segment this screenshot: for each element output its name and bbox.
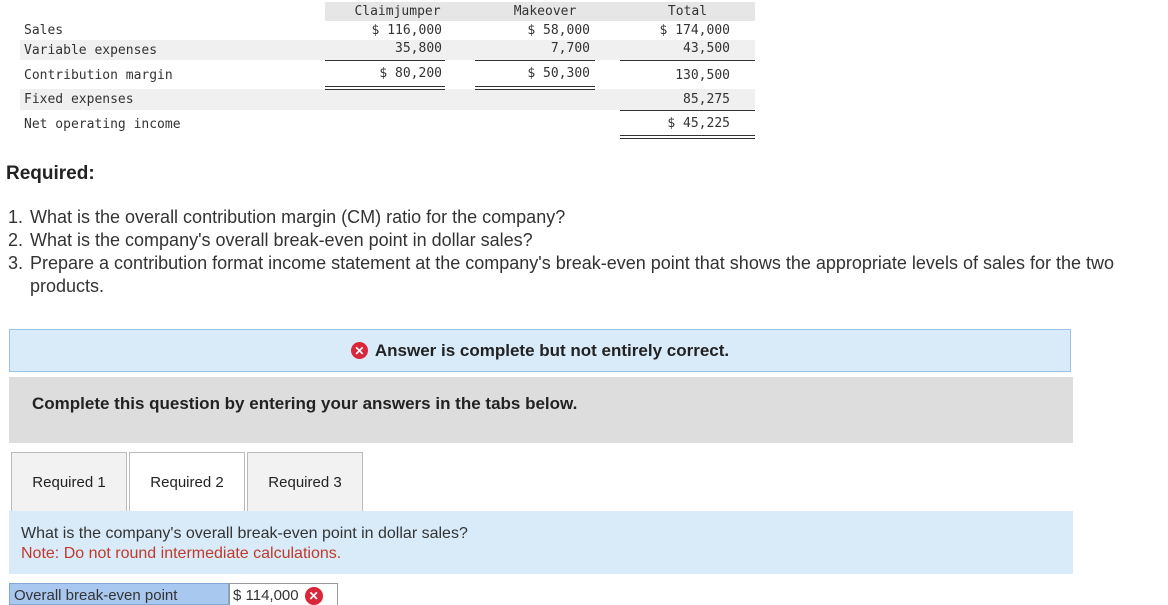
required-item-text: What is the overall contribution margin … <box>30 207 566 227</box>
cell-sales-claimjumper: $ 116,000 <box>371 23 442 38</box>
cell-variable-total: 43,500 <box>683 41 730 56</box>
double-underline-cm-makeover-1 <box>475 86 595 87</box>
income-statement: Claimjumper Makeover Total Sales $ 116,0… <box>0 0 760 140</box>
cell-cm-claimjumper: $ 80,200 <box>379 66 442 81</box>
underline-variable-makeover <box>475 60 595 61</box>
required-item-number: 2. <box>8 230 24 250</box>
row-label-contribution-margin: Contribution margin <box>24 68 173 83</box>
answer-status-banner: ✕ Answer is complete but not entirely co… <box>9 329 1071 372</box>
cell-cm-total: 130,500 <box>675 68 730 83</box>
double-underline-cm-claimjumper-1 <box>325 86 445 87</box>
required-item-1: 1. What is the overall contribution marg… <box>8 206 1158 229</box>
cell-cm-makeover: $ 50,300 <box>527 66 590 81</box>
panel-question: What is the company's overall break-even… <box>21 525 468 542</box>
break-even-answer-field[interactable]: $ 114,000 ✕ <box>229 583 338 605</box>
double-underline-cm-claimjumper-2 <box>325 89 445 90</box>
cell-sales-total: $ 174,000 <box>659 23 730 38</box>
column-header-total: Total <box>667 4 708 19</box>
required-item-number: 1. <box>8 207 24 227</box>
x-circle-icon: ✕ <box>350 342 368 359</box>
column-header-makeover: Makeover <box>513 4 577 19</box>
tab-required-3[interactable]: Required 3 <box>247 452 363 512</box>
required-item-text: Prepare a contribution format income sta… <box>30 253 1115 296</box>
row-label-fixed-expenses: Fixed expenses <box>24 92 134 107</box>
required-list: 1. What is the overall contribution marg… <box>8 206 1158 298</box>
required-item-text: What is the company's overall break-even… <box>30 230 533 250</box>
required-item-3: 3. Prepare a contribution format income … <box>8 252 1158 298</box>
tab-required-1[interactable]: Required 1 <box>11 452 127 512</box>
cell-fixed-total: 85,275 <box>683 92 730 107</box>
required-item-2: 2. What is the company's overall break-e… <box>8 229 1158 252</box>
cell-noi-total: $ 45,225 <box>667 116 730 131</box>
underline-variable-total <box>620 60 755 61</box>
cell-sales-makeover: $ 58,000 <box>527 23 590 38</box>
tab-required-2[interactable]: Required 2 <box>129 452 245 512</box>
underline-fixed-total <box>620 110 755 111</box>
row-label-net-operating-income: Net operating income <box>24 117 181 132</box>
double-underline-noi-1 <box>620 135 755 136</box>
cell-variable-makeover: 7,700 <box>550 41 590 56</box>
column-header-claimjumper: Claimjumper <box>354 4 441 19</box>
double-underline-noi-2 <box>620 138 755 139</box>
instruction-banner: Complete this question by entering your … <box>9 377 1073 443</box>
panel-note: Note: Do not round intermediate calculat… <box>21 545 342 562</box>
break-even-answer-value[interactable]: $ 114,000 <box>233 587 299 604</box>
cell-variable-claimjumper: 35,800 <box>395 41 442 56</box>
underline-variable-claimjumper <box>325 60 445 61</box>
x-circle-icon: ✕ <box>304 587 323 605</box>
answer-status-text: Answer is complete but not entirely corr… <box>374 340 730 360</box>
answer-row-label: Overall break-even point <box>9 583 229 605</box>
tab-panel: What is the company's overall break-even… <box>9 511 1073 574</box>
required-heading: Required: <box>6 163 95 184</box>
required-item-number: 3. <box>8 253 24 273</box>
row-label-sales: Sales <box>24 23 64 38</box>
row-label-variable-expenses: Variable expenses <box>24 43 158 58</box>
double-underline-cm-makeover-2 <box>475 89 595 90</box>
